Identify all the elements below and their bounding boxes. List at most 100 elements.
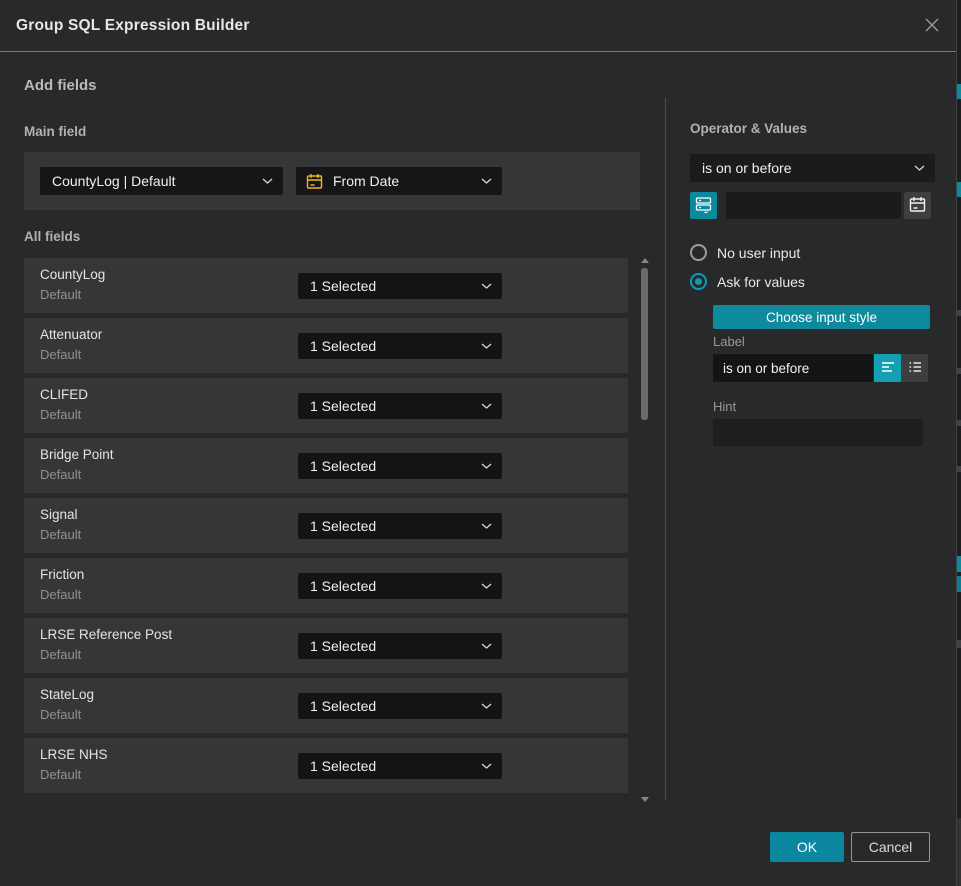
list-scrollbar[interactable]: [640, 256, 650, 804]
choose-input-style-button[interactable]: Choose input style: [713, 305, 930, 329]
chevron-down-icon: [481, 643, 502, 649]
field-name: Signal: [40, 507, 78, 522]
chevron-down-icon: [481, 403, 502, 409]
unique-values-icon: [695, 196, 712, 216]
background-app-sliver: [957, 0, 961, 886]
field-values-select-value: 1 Selected: [298, 278, 481, 294]
chevron-down-icon: [481, 463, 502, 469]
scrollbar-thumb[interactable]: [641, 268, 648, 420]
field-values-select[interactable]: 1 Selected: [298, 453, 502, 479]
field-sublabel: Default: [40, 347, 81, 362]
main-layer-select-value: CountyLog | Default: [40, 173, 262, 189]
panel-divider: [665, 98, 666, 800]
field-sublabel: Default: [40, 407, 81, 422]
field-values-select-value: 1 Selected: [298, 698, 481, 714]
ok-button[interactable]: OK: [770, 832, 844, 862]
radio-circle-icon: [690, 244, 707, 261]
group-sql-expression-builder-dialog: Group SQL Expression Builder Add fields …: [0, 0, 957, 886]
all-fields-list: CountyLog Default 1 Selected Attenuator …: [24, 258, 628, 798]
chevron-down-icon: [914, 165, 935, 171]
field-values-select-value: 1 Selected: [298, 638, 481, 654]
field-sublabel: Default: [40, 587, 81, 602]
field-name: StateLog: [40, 687, 94, 702]
operator-values-heading: Operator & Values: [690, 121, 807, 136]
scroll-down-icon[interactable]: [641, 797, 649, 802]
field-values-select-value: 1 Selected: [298, 338, 481, 354]
field-name: CountyLog: [40, 267, 105, 282]
field-name: LRSE NHS: [40, 747, 108, 762]
field-row: Signal Default 1 Selected: [24, 498, 628, 553]
field-name: Bridge Point: [40, 447, 114, 462]
field-sublabel: Default: [40, 527, 81, 542]
field-values-select[interactable]: 1 Selected: [298, 333, 502, 359]
unique-values-button[interactable]: [690, 192, 717, 219]
date-picker-button[interactable]: [904, 192, 931, 219]
field-sublabel: Default: [40, 287, 81, 302]
value-input[interactable]: [726, 192, 901, 219]
field-values-select[interactable]: 1 Selected: [298, 633, 502, 659]
field-row: LRSE Reference Post Default 1 Selected: [24, 618, 628, 673]
field-sublabel: Default: [40, 467, 81, 482]
radio-circle-icon: [690, 273, 707, 290]
all-fields-label: All fields: [24, 229, 80, 244]
field-row: CLIFED Default 1 Selected: [24, 378, 628, 433]
main-date-field-select[interactable]: From Date: [296, 167, 502, 195]
field-row: CountyLog Default 1 Selected: [24, 258, 628, 313]
radio-ask-for-values[interactable]: Ask for values: [690, 273, 805, 290]
list-icon: [907, 359, 923, 378]
field-sublabel: Default: [40, 707, 81, 722]
add-fields-heading: Add fields: [24, 77, 97, 94]
dialog-header: Group SQL Expression Builder: [0, 0, 956, 52]
field-row: StateLog Default 1 Selected: [24, 678, 628, 733]
radio-label: Ask for values: [717, 274, 805, 290]
chevron-down-icon: [262, 178, 283, 184]
field-values-select-value: 1 Selected: [298, 398, 481, 414]
field-values-select-value: 1 Selected: [298, 578, 481, 594]
single-line-style-button[interactable]: [874, 354, 901, 382]
field-name: Friction: [40, 567, 84, 582]
field-name: LRSE Reference Post: [40, 627, 172, 642]
field-values-select[interactable]: 1 Selected: [298, 513, 502, 539]
cancel-button[interactable]: Cancel: [851, 832, 930, 862]
field-values-select[interactable]: 1 Selected: [298, 693, 502, 719]
calendar-icon: [909, 196, 926, 216]
scroll-up-icon[interactable]: [641, 258, 649, 263]
field-sublabel: Default: [40, 647, 81, 662]
chevron-down-icon: [481, 703, 502, 709]
close-button[interactable]: [921, 15, 943, 37]
label-input[interactable]: [713, 354, 873, 382]
field-values-select[interactable]: 1 Selected: [298, 573, 502, 599]
chevron-down-icon: [481, 178, 502, 184]
field-row: Friction Default 1 Selected: [24, 558, 628, 613]
field-row: Bridge Point Default 1 Selected: [24, 438, 628, 493]
field-values-select[interactable]: 1 Selected: [298, 753, 502, 779]
operator-select-value: is on or before: [690, 160, 914, 176]
chevron-down-icon: [481, 523, 502, 529]
operator-select[interactable]: is on or before: [690, 154, 935, 182]
field-values-select-value: 1 Selected: [298, 758, 481, 774]
field-sublabel: Default: [40, 767, 81, 782]
main-date-field-value: From Date: [323, 173, 481, 189]
main-layer-select[interactable]: CountyLog | Default: [40, 167, 283, 195]
radio-label: No user input: [717, 245, 800, 261]
field-values-select-value: 1 Selected: [298, 518, 481, 534]
label-caption: Label: [713, 334, 745, 349]
align-left-icon: [880, 359, 896, 378]
chevron-down-icon: [481, 763, 502, 769]
main-field-panel: CountyLog | Default From Date: [24, 152, 640, 210]
dialog-title: Group SQL Expression Builder: [16, 0, 250, 52]
field-values-select-value: 1 Selected: [298, 458, 481, 474]
hint-caption: Hint: [713, 399, 736, 414]
field-name: Attenuator: [40, 327, 102, 342]
radio-no-user-input[interactable]: No user input: [690, 244, 800, 261]
field-values-select[interactable]: 1 Selected: [298, 393, 502, 419]
field-name: CLIFED: [40, 387, 88, 402]
hint-input[interactable]: [713, 419, 923, 446]
field-row: LRSE NHS Default 1 Selected: [24, 738, 628, 793]
list-style-button[interactable]: [901, 354, 928, 382]
close-icon: [922, 23, 942, 38]
main-field-label: Main field: [24, 124, 86, 139]
calendar-icon: [296, 173, 323, 190]
screen: Group SQL Expression Builder Add fields …: [0, 0, 961, 886]
field-values-select[interactable]: 1 Selected: [298, 273, 502, 299]
